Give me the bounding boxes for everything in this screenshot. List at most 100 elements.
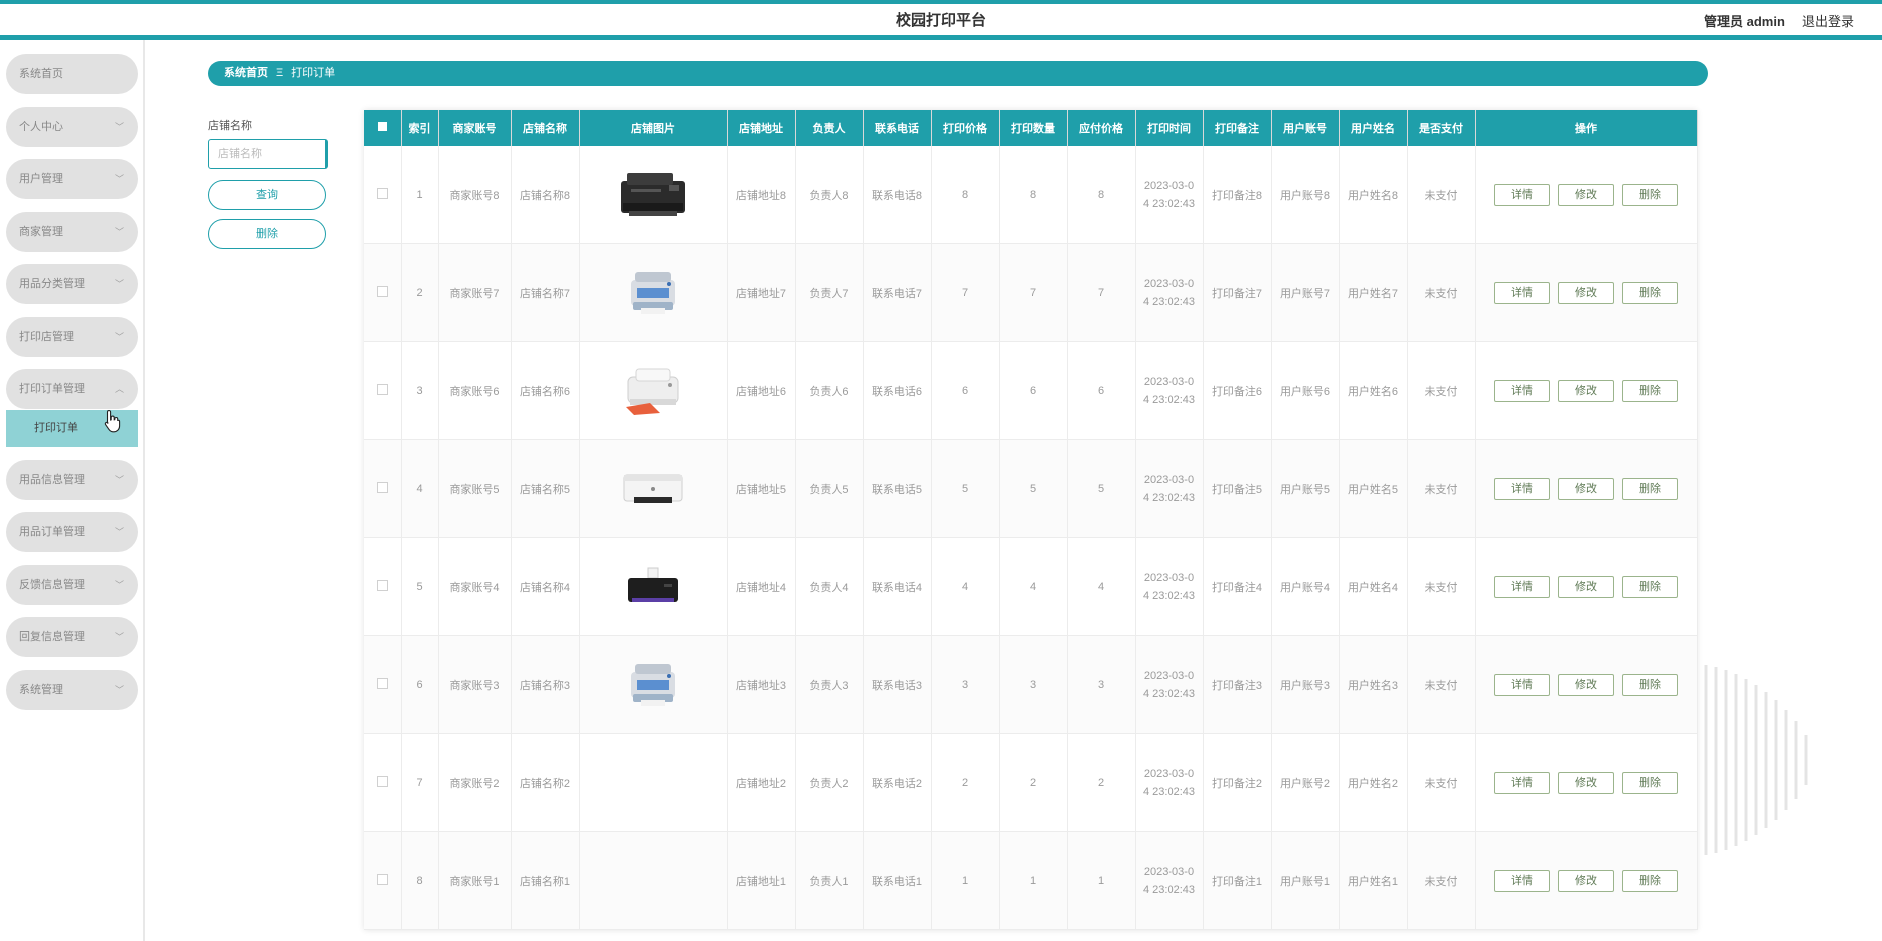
row-checkbox-cell[interactable] — [364, 635, 402, 734]
cell-index: 8 — [401, 831, 439, 930]
sidebar-item-supply-info[interactable]: 用品信息管理 ﹀ — [6, 460, 138, 500]
cell-shop-name: 店铺名称7 — [511, 243, 580, 342]
row-checkbox-cell[interactable] — [364, 439, 402, 538]
edit-button[interactable]: 修改 — [1558, 673, 1614, 696]
table-row[interactable]: 1 商家账号8 店铺名称8 店铺地址8 负责人8 联系电话8 8 8 8 2023-03-0 4 2… — [364, 146, 1698, 244]
row-checkbox[interactable] — [376, 481, 388, 493]
shop-name-search-input[interactable] — [208, 139, 328, 169]
detail-button[interactable]: 详情 — [1494, 477, 1550, 500]
edit-button[interactable]: 修改 — [1558, 183, 1614, 206]
sidebar-item-supply-orders[interactable]: 用品订单管理 ﹀ — [6, 512, 138, 552]
cell-phone: 联系电话6 — [863, 341, 932, 440]
cell-print-price: 1 — [931, 831, 1000, 930]
row-checkbox[interactable] — [376, 677, 388, 689]
cell-print-quantity: 2 — [999, 733, 1068, 832]
detail-button[interactable]: 详情 — [1494, 281, 1550, 304]
cell-print-note: 打印备注3 — [1203, 635, 1272, 734]
sidebar-item-supply-categories[interactable]: 用品分类管理 ﹀ — [6, 264, 138, 304]
logout-link[interactable]: 退出登录 — [1802, 11, 1854, 30]
hand-pointer-icon — [104, 409, 121, 433]
row-checkbox[interactable] — [376, 187, 388, 199]
cell-print-price: 6 — [931, 341, 1000, 440]
detail-button[interactable]: 详情 — [1494, 183, 1550, 206]
delete-button[interactable]: 删除 — [1622, 673, 1678, 696]
cell-print-note: 打印备注7 — [1203, 243, 1272, 342]
table-row[interactable]: 5 商家账号4 店铺名称4 店铺地址4 负责人4 联系电话4 4 4 4 2023-03-0 4 2… — [364, 537, 1698, 636]
column-header: 打印价格 — [931, 110, 1000, 146]
delete-button[interactable]: 删除 — [1622, 575, 1678, 598]
row-checkbox-cell[interactable] — [364, 831, 402, 930]
sidebar-item-print-orders[interactable]: 打印订单管理 ︿ — [6, 369, 138, 409]
row-checkbox[interactable] — [376, 285, 388, 297]
table-header-row: 索引 商家账号 店铺名称 店铺图片 店铺地址 负责人 联系电话 打印价格 打印数… — [364, 110, 1698, 146]
detail-button[interactable]: 详情 — [1494, 673, 1550, 696]
detail-button[interactable]: 详情 — [1494, 379, 1550, 402]
delete-button[interactable]: 删除 — [1622, 281, 1678, 304]
sidebar-item-system[interactable]: 系统管理 ﹀ — [6, 670, 138, 710]
breadcrumb-home[interactable]: 系统首页 — [224, 67, 268, 79]
sidebar-item-home[interactable]: 系统首页 — [6, 54, 138, 94]
edit-button[interactable]: 修改 — [1558, 869, 1614, 892]
table-row[interactable]: 4 商家账号5 店铺名称5 店铺地址5 负责人5 联系电话5 5 5 5 2023-03-0 4 2… — [364, 439, 1698, 538]
cell-user-name: 用户姓名5 — [1339, 439, 1408, 538]
decorative-watermark — [1704, 665, 1808, 855]
delete-button[interactable]: 删除 — [1622, 771, 1678, 794]
cell-manager: 负责人7 — [795, 243, 864, 342]
printer-blue-multifunction-icon — [580, 660, 727, 710]
table-row[interactable]: 7 商家账号2 店铺名称2 店铺地址2 负责人2 联系电话2 2 2 2 2023-03-0 4 2… — [364, 733, 1698, 832]
sidebar-item-label: 商家管理 — [19, 226, 63, 238]
delete-button[interactable]: 删除 — [1622, 477, 1678, 500]
table-row[interactable]: 6 商家账号3 店铺名称3 店铺地址3 负责人3 联系电话3 3 3 3 2023-03-0 4 2… — [364, 635, 1698, 734]
table-row[interactable]: 8 商家账号1 店铺名称1 店铺地址1 负责人1 联系电话1 1 1 1 2023-03-0 4 2… — [364, 831, 1698, 930]
row-checkbox-cell[interactable] — [364, 733, 402, 832]
current-user-label: 管理员 admin — [1704, 14, 1785, 29]
edit-button[interactable]: 修改 — [1558, 771, 1614, 794]
query-button[interactable]: 查询 — [208, 180, 326, 210]
sidebar-item-print-shops[interactable]: 打印店管理 ﹀ — [6, 317, 138, 357]
edit-button[interactable]: 修改 — [1558, 575, 1614, 598]
row-checkbox-cell[interactable] — [364, 537, 402, 636]
cell-manager: 负责人5 — [795, 439, 864, 538]
cell-shop-address: 店铺地址6 — [727, 341, 796, 440]
batch-delete-button[interactable]: 删除 — [208, 219, 326, 249]
select-all-checkbox[interactable] — [364, 110, 402, 146]
delete-button[interactable]: 删除 — [1622, 869, 1678, 892]
sidebar-item-users[interactable]: 用户管理 ﹀ — [6, 159, 138, 199]
cell-index: 4 — [401, 439, 439, 538]
print-time-line: 2023-03-0 — [1143, 375, 1195, 388]
header-accent-bar — [0, 0, 1882, 4]
row-checkbox[interactable] — [376, 775, 388, 787]
cell-shop-name: 店铺名称8 — [511, 146, 580, 244]
cell-print-note: 打印备注1 — [1203, 831, 1272, 930]
edit-button[interactable]: 修改 — [1558, 281, 1614, 304]
cell-user-account: 用户账号8 — [1271, 146, 1340, 244]
row-checkbox-cell[interactable] — [364, 341, 402, 440]
detail-button[interactable]: 详情 — [1494, 869, 1550, 892]
breadcrumb: 系统首页 Ξ 打印订单 — [208, 61, 1708, 86]
delete-button[interactable]: 删除 — [1622, 183, 1678, 206]
cell-shop-image — [579, 733, 728, 832]
cell-merchant-account: 商家账号4 — [438, 537, 512, 636]
sidebar: 系统首页 个人中心 ﹀ 用户管理 ﹀ 商家管理 ﹀ 用品分类管理 ﹀ 打印店管理 ﹀ 打印… — [0, 40, 145, 941]
row-checkbox-cell[interactable] — [364, 146, 402, 244]
row-checkbox[interactable] — [376, 873, 388, 885]
cell-actions: 详情 修改 删除 — [1475, 439, 1698, 538]
row-checkbox[interactable] — [376, 383, 388, 395]
detail-button[interactable]: 详情 — [1494, 771, 1550, 794]
edit-button[interactable]: 修改 — [1558, 477, 1614, 500]
edit-button[interactable]: 修改 — [1558, 379, 1614, 402]
sidebar-item-merchants[interactable]: 商家管理 ﹀ — [6, 212, 138, 252]
cell-merchant-account: 商家账号3 — [438, 635, 512, 734]
table-row[interactable]: 3 商家账号6 店铺名称6 店铺地址6 负责人6 联系电话6 6 6 6 2023-03-0 4 2… — [364, 341, 1698, 440]
detail-button[interactable]: 详情 — [1494, 575, 1550, 598]
cell-payment-status: 未支付 — [1407, 537, 1476, 636]
table-row[interactable]: 2 商家账号7 店铺名称7 店铺地址7 负责人7 联系电话7 7 7 7 2023-03-0 4 2… — [364, 243, 1698, 342]
row-checkbox[interactable] — [376, 579, 388, 591]
sidebar-item-feedback[interactable]: 反馈信息管理 ﹀ — [6, 565, 138, 605]
delete-button[interactable]: 删除 — [1622, 379, 1678, 402]
row-checkbox-cell[interactable] — [364, 243, 402, 342]
cell-print-time: 2023-03-0 4 23:02:43 — [1135, 341, 1204, 440]
sidebar-item-profile[interactable]: 个人中心 ﹀ — [6, 107, 138, 147]
column-header: 店铺名称 — [511, 110, 580, 146]
sidebar-item-replies[interactable]: 回复信息管理 ﹀ — [6, 617, 138, 657]
